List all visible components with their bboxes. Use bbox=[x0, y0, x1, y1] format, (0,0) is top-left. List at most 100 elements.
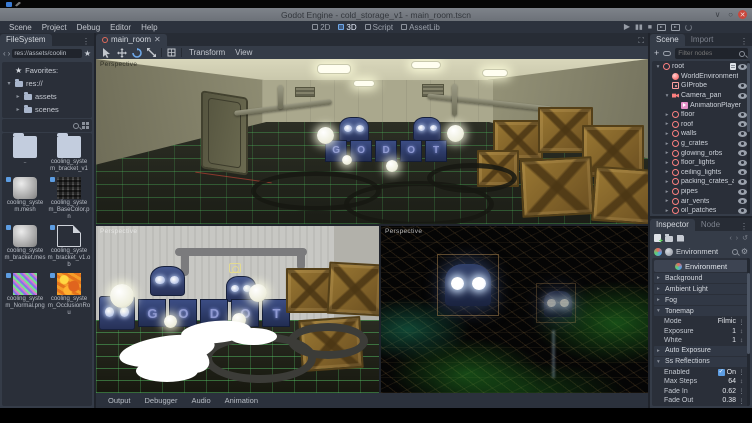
viewport-label[interactable]: Perspective bbox=[100, 61, 137, 68]
fs-tree-item[interactable]: ▸assets bbox=[2, 90, 92, 103]
filter-nodes-input[interactable] bbox=[678, 50, 737, 57]
tree-arrow-icon[interactable]: ▸ bbox=[664, 160, 670, 166]
workspace-3d[interactable]: 3D bbox=[338, 23, 356, 32]
section-tonemap[interactable]: ▾Tonemap bbox=[654, 306, 748, 316]
viewport-main[interactable]: GODOT Perspective bbox=[96, 59, 648, 224]
history-icon[interactable]: ↺ bbox=[742, 234, 748, 242]
visibility-eye-icon[interactable] bbox=[738, 121, 747, 127]
play-scene-button[interactable] bbox=[657, 24, 666, 31]
visibility-eye-icon[interactable] bbox=[738, 208, 747, 214]
tab-filesystem[interactable]: FileSystem bbox=[0, 34, 52, 46]
scene-node-ceiling_lights[interactable]: ▸ceiling_lights bbox=[652, 168, 750, 178]
tree-arrow-icon[interactable]: ▸ bbox=[664, 131, 670, 137]
tree-arrow-icon[interactable]: ▸ bbox=[664, 141, 670, 147]
load-resource-icon[interactable] bbox=[665, 236, 673, 242]
scene-node-worldenvironment[interactable]: WorldEnvironment bbox=[652, 72, 750, 82]
file-item[interactable]: cooling_syste m_bracket.mes bbox=[3, 225, 47, 269]
dropdown-icon[interactable]: ⋮ bbox=[738, 397, 745, 405]
menu-scene[interactable]: Scene bbox=[4, 23, 37, 32]
tree-arrow-icon[interactable]: ▸ bbox=[664, 189, 670, 195]
resource-options-icon[interactable] bbox=[665, 248, 673, 256]
scene-node-roof[interactable]: ▸roof bbox=[652, 120, 750, 130]
scene-node-oil_patches[interactable]: ▸oil_patches bbox=[652, 206, 750, 214]
dropdown-icon[interactable]: ⋮ bbox=[738, 387, 745, 395]
stop-button[interactable]: ■ bbox=[648, 24, 652, 31]
script-icon[interactable] bbox=[730, 63, 736, 70]
scene-tree-scrollbar[interactable] bbox=[747, 61, 750, 214]
workspace-script[interactable]: Script bbox=[365, 23, 393, 32]
file-item[interactable]: .. bbox=[3, 136, 47, 173]
search-properties-icon[interactable] bbox=[732, 249, 738, 255]
play-button[interactable]: ▶ bbox=[624, 23, 630, 31]
tab-close-icon[interactable]: ✕ bbox=[154, 35, 161, 44]
file-item[interactable]: cooling_syste m_OcclusionRou bbox=[47, 273, 91, 317]
scene-node-air_vents[interactable]: ▸air_vents bbox=[652, 196, 750, 206]
property-value[interactable]: 0.38 bbox=[722, 397, 736, 404]
move-tool-icon[interactable] bbox=[116, 47, 127, 58]
menu-editor[interactable]: Editor bbox=[105, 23, 136, 32]
spinner-icon[interactable]: ↕ bbox=[738, 337, 745, 344]
visibility-eye-icon[interactable] bbox=[738, 150, 747, 156]
nav-forward-icon[interactable]: › bbox=[8, 49, 11, 58]
checkbox-icon[interactable]: ✓ bbox=[718, 369, 725, 376]
workspace-assetlib[interactable]: AssetLib bbox=[401, 23, 440, 32]
local-space-icon[interactable] bbox=[166, 47, 177, 58]
section-auto-exposure[interactable]: ▸Auto Exposure bbox=[654, 346, 748, 356]
scene-node-g_crates[interactable]: ▸g_crates bbox=[652, 139, 750, 149]
property-value[interactable]: 0.62 bbox=[722, 388, 736, 395]
add-node-button[interactable]: + bbox=[654, 49, 659, 58]
new-resource-icon[interactable] bbox=[654, 234, 661, 242]
tree-arrow-icon[interactable]: ▸ bbox=[664, 179, 670, 185]
file-item[interactable]: cooling_syste m_bracket_v1 bbox=[47, 136, 91, 173]
viewport-label[interactable]: Perspective bbox=[385, 228, 422, 235]
visibility-eye-icon[interactable] bbox=[738, 169, 747, 175]
file-item[interactable]: cooling_syste m_BaseColor.pn bbox=[47, 177, 91, 221]
tree-arrow-icon[interactable]: ▸ bbox=[664, 198, 670, 204]
visibility-eye-icon[interactable] bbox=[738, 64, 747, 70]
pause-button[interactable]: ▮▮ bbox=[635, 24, 643, 31]
fs-tree-item[interactable]: ★Favorites: bbox=[2, 64, 92, 77]
viewport-label[interactable]: Perspective bbox=[100, 228, 137, 235]
rotate-tool-icon[interactable] bbox=[131, 47, 142, 58]
dropdown-icon[interactable]: ⋮ bbox=[738, 318, 745, 326]
scene-node-pipes[interactable]: ▸pipes bbox=[652, 187, 750, 197]
title-bar[interactable]: Godot Engine - cold_storage_v1 - main_ro… bbox=[0, 8, 752, 21]
scale-tool-icon[interactable] bbox=[146, 47, 157, 58]
transform-menu[interactable]: Transform bbox=[186, 48, 228, 57]
tools-icon[interactable]: ⚙ bbox=[741, 248, 748, 256]
section-ss-reflections[interactable]: ▾Ss Reflections bbox=[654, 357, 748, 367]
inspector-scrollbar[interactable] bbox=[747, 258, 750, 406]
scene-dock-menu-icon[interactable]: ⋮ bbox=[736, 37, 752, 46]
scene-node-animationplayer[interactable]: AnimationPlayer bbox=[652, 100, 750, 110]
visibility-eye-icon[interactable] bbox=[738, 189, 747, 195]
menu-debug[interactable]: Debug bbox=[72, 23, 106, 32]
property-value[interactable]: Filmic bbox=[718, 318, 736, 325]
property-value[interactable]: ✓On bbox=[718, 369, 736, 376]
distraction-free-icon[interactable]: ⛶ bbox=[634, 36, 648, 46]
select-tool-icon[interactable] bbox=[101, 47, 112, 58]
scene-node-glowing_orbs[interactable]: ▸glowing_orbs bbox=[652, 148, 750, 158]
tab-import[interactable]: Import bbox=[685, 34, 720, 46]
light-gizmo-icon[interactable] bbox=[229, 263, 241, 273]
visibility-eye-icon[interactable] bbox=[738, 83, 747, 89]
visibility-eye-icon[interactable] bbox=[738, 141, 747, 147]
tree-arrow-icon[interactable]: ▾ bbox=[6, 80, 12, 87]
scene-node-walls[interactable]: ▸walls bbox=[652, 129, 750, 139]
property-value[interactable]: 64 bbox=[728, 378, 736, 385]
scene-node-giprobe[interactable]: GIProbe bbox=[652, 81, 750, 91]
fs-tree-item[interactable]: ▾res:// bbox=[2, 77, 92, 90]
visibility-eye-icon[interactable] bbox=[738, 198, 747, 204]
search-icon[interactable] bbox=[73, 123, 79, 129]
scene-node-camera_pan[interactable]: ▾Camera_pan bbox=[652, 91, 750, 101]
filesystem-menu-icon[interactable]: ⋮ bbox=[78, 37, 94, 46]
file-item[interactable]: cooling_syste m_Normal.png bbox=[3, 273, 47, 317]
bottom-tab-audio[interactable]: Audio bbox=[185, 396, 216, 405]
spinner-icon[interactable]: ↕ bbox=[738, 378, 745, 385]
tab-scene[interactable]: Scene bbox=[650, 34, 685, 46]
visibility-eye-icon[interactable] bbox=[738, 93, 747, 99]
section-background[interactable]: ▸Background bbox=[654, 273, 748, 283]
viewport-bottom-left[interactable]: GODOT bbox=[96, 226, 379, 393]
resource-header[interactable]: Environment bbox=[654, 260, 748, 272]
fs-tree-item[interactable]: ▸scenes bbox=[2, 103, 92, 116]
menu-help[interactable]: Help bbox=[136, 23, 162, 32]
